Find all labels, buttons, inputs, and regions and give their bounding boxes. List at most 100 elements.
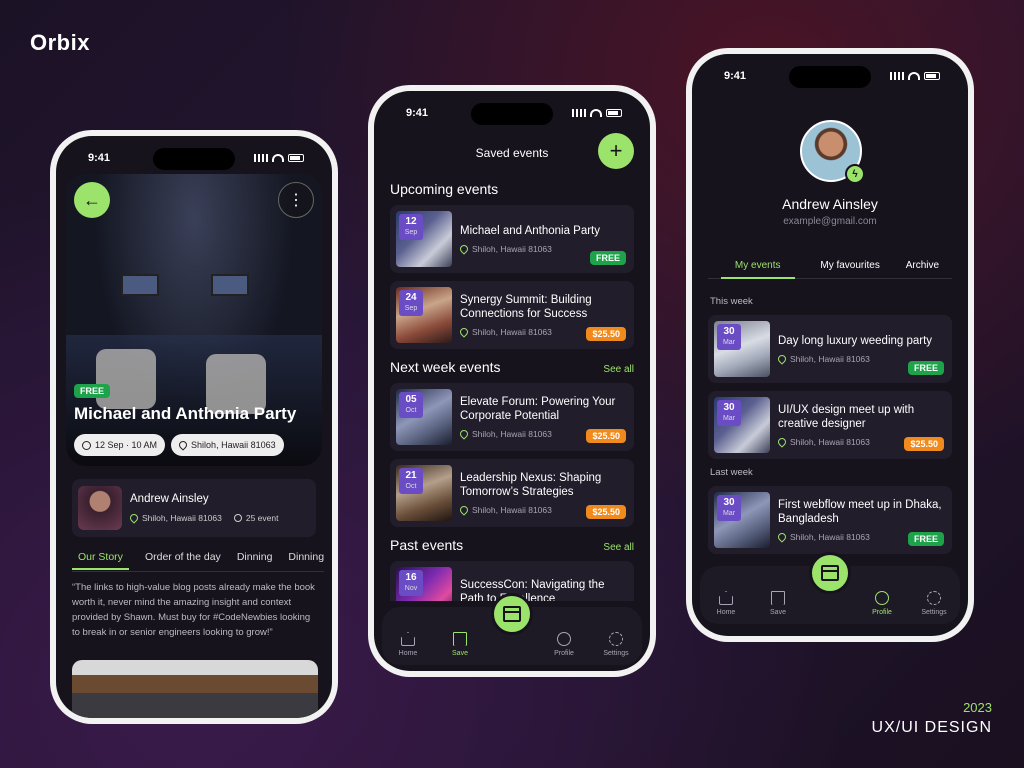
- pin-icon: [776, 531, 788, 543]
- phone-profile: 9:41 ϟ Andrew Ainsley example@gmail.com …: [686, 48, 974, 642]
- profile-icon: [557, 632, 571, 646]
- footer-title: UX/UI DESIGN: [871, 719, 992, 736]
- tab-our-story[interactable]: Our Story: [72, 551, 129, 570]
- see-all-link[interactable]: See all: [603, 364, 634, 375]
- group-label: Last week: [710, 467, 753, 478]
- event-card[interactable]: 21 Oct Leadership Nexus: Shaping Tomorrow…: [390, 459, 634, 527]
- profile-tabs: My events My favourites Archive: [708, 260, 952, 279]
- tab-save[interactable]: Save: [439, 632, 481, 657]
- price-badge: $25.50: [586, 327, 626, 341]
- event-title: Elevate Forum: Powering Your Corporate P…: [460, 396, 616, 422]
- saved-events-list: Upcoming events 12 Sep Michael and Anthon…: [390, 171, 634, 601]
- gear-icon: [927, 591, 941, 605]
- tab-home[interactable]: Home: [387, 632, 429, 657]
- section-header: Next week events See all: [390, 359, 634, 375]
- event-thumbnail: 30 Mar: [714, 321, 770, 377]
- event-card[interactable]: 30 Mar First webflow meet up in Dhaka, Ba…: [708, 486, 952, 554]
- free-badge: FREE: [907, 361, 944, 375]
- price-badge: $25.50: [586, 429, 626, 443]
- event-location: Shiloh, Hawaii 81063: [790, 532, 870, 542]
- price-badge: $25.50: [586, 505, 626, 519]
- tab-profile[interactable]: Profile: [861, 591, 903, 616]
- event-title: Day long luxury weeding party: [778, 335, 933, 347]
- pin-icon: [128, 512, 140, 524]
- dynamic-island: [153, 148, 235, 170]
- event-title: Michael and Anthonia Party: [74, 404, 297, 423]
- more-button[interactable]: ⋮: [278, 182, 314, 218]
- event-location: Shiloh, Hawaii 81063: [790, 437, 870, 447]
- battery-icon: [606, 109, 622, 117]
- story-text: “The links to high-value blog posts alre…: [72, 582, 315, 638]
- profile-icon: [875, 591, 889, 605]
- section-header: Past events See all: [390, 537, 634, 553]
- event-location: Shiloh, Hawaii 81063: [790, 354, 870, 364]
- event-card[interactable]: 30 Mar UI/UX design meet up with creative…: [708, 391, 952, 459]
- battery-icon: [924, 72, 940, 80]
- phone-saved-events: 9:41 Saved events + Upcoming events 12 Se…: [368, 85, 656, 677]
- tab-profile[interactable]: Profile: [543, 632, 585, 657]
- plus-icon: +: [609, 138, 623, 163]
- signal-icon: [572, 109, 586, 117]
- clock-icon: [82, 440, 91, 450]
- wifi-icon: [272, 154, 284, 162]
- date-chip[interactable]: 12 Sep · 10 AM: [74, 434, 166, 456]
- home-icon: [401, 632, 415, 646]
- tab-order-of-day[interactable]: Order of the day: [145, 551, 221, 570]
- event-thumbnail: 30 Mar: [714, 397, 770, 453]
- hero-image: ← ⋮ FREE Michael and Anthonia Party 12 S…: [66, 174, 322, 466]
- bookmark-icon: [771, 591, 785, 605]
- event-card[interactable]: 24 Sep Synergy Summit: Building Connectio…: [390, 281, 634, 349]
- profile-email: example@gmail.com: [783, 216, 877, 227]
- tab-my-favourites[interactable]: My favourites: [820, 260, 879, 272]
- date-chip: 16 Nov: [399, 570, 423, 596]
- event-title: Leadership Nexus: Shaping Tomorrow’s Str…: [460, 472, 602, 498]
- calendar-fab[interactable]: [809, 552, 851, 594]
- tab-my-events[interactable]: My events: [720, 260, 795, 279]
- bookmark-icon: [453, 632, 467, 646]
- see-all-link[interactable]: See all: [603, 542, 634, 553]
- host-card[interactable]: Andrew Ainsley Shiloh, Hawaii 81063 25 e…: [72, 479, 316, 537]
- tab-save[interactable]: Save: [757, 591, 799, 616]
- host-events: 25 event: [245, 513, 279, 523]
- calendar-fab[interactable]: [491, 593, 533, 635]
- date-chip: 24 Sep: [399, 290, 423, 316]
- add-button[interactable]: +: [598, 133, 634, 169]
- profile-name: Andrew Ainsley: [782, 196, 878, 212]
- pin-icon: [776, 353, 788, 365]
- event-location: Shiloh, Hawaii 81063: [472, 429, 552, 439]
- event-thumbnail: 30 Mar: [714, 492, 770, 548]
- avatar: [78, 486, 122, 530]
- pin-icon: [458, 243, 470, 255]
- pin-icon: [458, 326, 470, 338]
- location-chip[interactable]: Shiloh, Hawaii 81063: [171, 434, 284, 456]
- date-chip: 21 Oct: [399, 468, 423, 494]
- date-chip: 30 Mar: [717, 400, 741, 426]
- tab-archive[interactable]: Archive: [906, 260, 939, 272]
- price-badge: $25.50: [904, 437, 944, 451]
- free-badge: FREE: [589, 251, 626, 265]
- tab-home[interactable]: Home: [705, 591, 747, 616]
- event-title: SuccessCon: Navigating the Path to Excel…: [460, 579, 605, 601]
- back-button[interactable]: ←: [74, 182, 110, 218]
- event-card[interactable]: 12 Sep Michael and Anthonia Party Shiloh,…: [390, 205, 634, 273]
- date-chip: 12 Sep: [399, 214, 423, 240]
- group-label: This week: [710, 296, 753, 307]
- verified-badge: ϟ: [845, 164, 865, 184]
- host-name: Andrew Ainsley: [130, 493, 209, 505]
- tab-settings[interactable]: Settings: [913, 591, 955, 616]
- date-chip: 05 Oct: [399, 392, 423, 418]
- tab-dinning-2[interactable]: Dinning: [288, 551, 324, 570]
- event-card[interactable]: 30 Mar Day long luxury weeding party Shil…: [708, 315, 952, 383]
- event-location: Shiloh, Hawaii 81063: [472, 244, 552, 254]
- brand-logo: Orbix: [30, 30, 90, 55]
- signal-icon: [890, 72, 904, 80]
- tab-dinning[interactable]: Dinning: [237, 551, 273, 570]
- date-chip: 30 Mar: [717, 324, 741, 350]
- event-card[interactable]: 05 Oct Elevate Forum: Powering Your Corpo…: [390, 383, 634, 451]
- free-badge: FREE: [74, 384, 111, 398]
- event-title: UI/UX design meet up with creative desig…: [778, 404, 915, 430]
- event-thumbnail: 12 Sep: [396, 211, 452, 267]
- bottom-tab-bar: Home Save Profile Settings: [700, 552, 960, 624]
- tab-settings[interactable]: Settings: [595, 632, 637, 657]
- wifi-icon: [590, 109, 602, 117]
